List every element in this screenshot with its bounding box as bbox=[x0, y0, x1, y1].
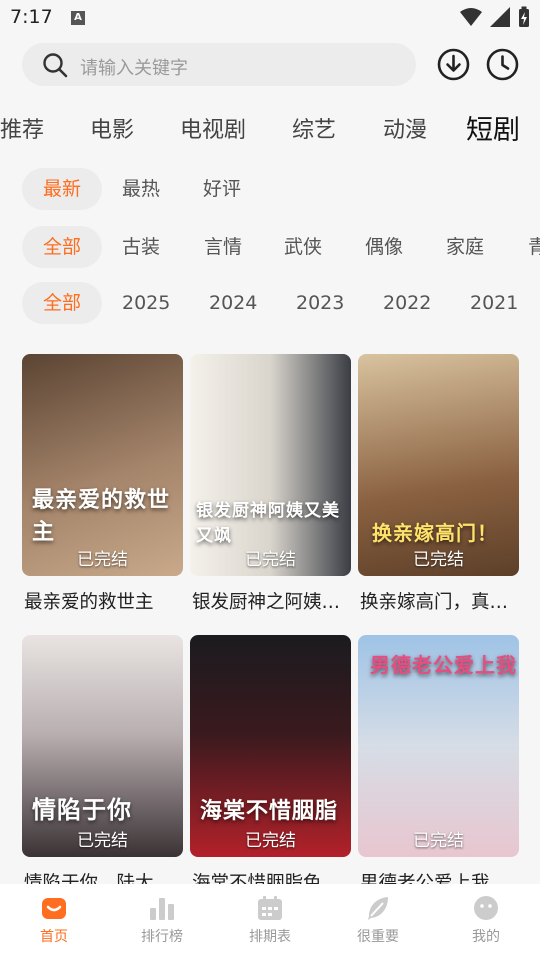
genre-filter-row: 全部 古装 言情 武侠 偶像 家庭 青 bbox=[0, 226, 540, 270]
filter-genre-idol[interactable]: 偶像 bbox=[365, 226, 403, 268]
filter-year-2024[interactable]: 2024 bbox=[209, 282, 257, 324]
status-icons bbox=[460, 6, 530, 28]
completed-badge: 已完结 bbox=[245, 550, 296, 570]
filter-sort-best-rated[interactable]: 好评 bbox=[203, 168, 241, 210]
poster-title-art: 换亲嫁高门！ bbox=[372, 521, 498, 545]
notification-icon: A bbox=[71, 11, 85, 25]
tab-recommend[interactable]: 推荐 bbox=[0, 112, 44, 144]
drama-card[interactable]: 换亲嫁高门！ 已完结 换亲嫁高门，真… bbox=[358, 354, 519, 614]
poster-image: 银发厨神阿姨又美又飒 已完结 bbox=[190, 354, 351, 576]
status-bar: 7:17 A bbox=[0, 0, 540, 36]
filter-year-2025[interactable]: 2025 bbox=[122, 282, 170, 324]
wifi-icon bbox=[460, 8, 482, 26]
filter-genre-wuxia[interactable]: 武侠 bbox=[284, 226, 322, 268]
filter-genre-family[interactable]: 家庭 bbox=[446, 226, 484, 268]
nav-profile-label: 我的 bbox=[472, 929, 500, 945]
filter-sort-hottest[interactable]: 最热 bbox=[122, 168, 160, 210]
home-icon bbox=[42, 898, 66, 919]
card-title: 换亲嫁高门，真… bbox=[360, 592, 509, 613]
poster-image: 海棠不惜胭脂 已完结 bbox=[190, 635, 351, 857]
nav-schedule-label: 排期表 bbox=[249, 929, 291, 945]
tab-tv-series[interactable]: 电视剧 bbox=[180, 112, 246, 144]
poster-title-art: 男德老公爱上我 bbox=[370, 653, 517, 677]
drama-card[interactable]: 最亲爱的救世主 已完结 最亲爱的救世主 bbox=[22, 354, 183, 614]
filter-genre-all[interactable]: 全部 bbox=[22, 226, 102, 268]
sort-filter-row: 最新 最热 好评 bbox=[0, 168, 540, 212]
tab-anime[interactable]: 动漫 bbox=[383, 112, 427, 144]
drama-card[interactable]: 银发厨神阿姨又美又飒 已完结 银发厨神之阿姨… bbox=[190, 354, 351, 614]
search-icon bbox=[43, 53, 68, 78]
poster-title-art: 最亲爱的救世主 bbox=[32, 488, 171, 545]
drama-card[interactable]: 男德老公爱上我 已完结 男德老公爱上我 bbox=[358, 635, 519, 894]
filter-sort-latest[interactable]: 最新 bbox=[22, 168, 102, 210]
completed-badge: 已完结 bbox=[77, 831, 128, 851]
card-title: 银发厨神之阿姨… bbox=[192, 592, 341, 613]
nav-ranking-label: 排行榜 bbox=[141, 929, 183, 945]
nav-ranking[interactable]: 排行榜 bbox=[122, 894, 202, 946]
card-title: 最亲爱的救世主 bbox=[24, 592, 154, 613]
status-time: 7:17 bbox=[10, 6, 53, 28]
bottom-nav: 首页 排行榜 排期表 很重要 我的 bbox=[0, 884, 540, 960]
poster-title-art: 海棠不惜胭脂 bbox=[200, 799, 339, 824]
history-icon[interactable] bbox=[486, 48, 519, 81]
filter-year-all[interactable]: 全部 bbox=[22, 282, 102, 324]
filter-year-2023[interactable]: 2023 bbox=[296, 282, 344, 324]
nav-profile[interactable]: 我的 bbox=[446, 894, 526, 946]
filter-genre-youth[interactable]: 青 bbox=[528, 226, 540, 268]
search-row: 请输入关键字 bbox=[22, 43, 522, 87]
completed-badge: 已完结 bbox=[413, 550, 464, 570]
search-placeholder: 请输入关键字 bbox=[80, 58, 188, 79]
poster-image: 换亲嫁高门！ 已完结 bbox=[358, 354, 519, 576]
signal-icon bbox=[490, 7, 510, 27]
battery-icon bbox=[519, 6, 529, 27]
category-tabs: 推荐 电影 电视剧 综艺 动漫 短剧 bbox=[0, 105, 540, 149]
filter-year-2021[interactable]: 2021 bbox=[470, 282, 518, 324]
download-icon[interactable] bbox=[437, 48, 470, 81]
filter-year-2022[interactable]: 2022 bbox=[383, 282, 431, 324]
tab-short-drama[interactable]: 短剧 bbox=[466, 108, 520, 147]
drama-card[interactable]: 情陷于你 已完结 情陷于你，陆大… bbox=[22, 635, 183, 894]
smiley-icon bbox=[474, 896, 498, 920]
drama-card[interactable]: 海棠不惜胭脂 已完结 海棠不惜胭脂色 bbox=[190, 635, 351, 894]
filter-genre-costume[interactable]: 古装 bbox=[122, 226, 160, 268]
nav-important-label: 很重要 bbox=[357, 929, 399, 945]
calendar-icon bbox=[258, 896, 282, 920]
completed-badge: 已完结 bbox=[245, 831, 296, 851]
bar-chart-icon bbox=[150, 898, 174, 920]
poster-image: 情陷于你 已完结 bbox=[22, 635, 183, 857]
poster-title-art: 银发厨神阿姨又美又飒 bbox=[196, 501, 340, 546]
completed-badge: 已完结 bbox=[413, 831, 464, 851]
tab-variety[interactable]: 综艺 bbox=[292, 112, 336, 144]
filter-genre-romance[interactable]: 言情 bbox=[204, 226, 242, 268]
completed-badge: 已完结 bbox=[77, 550, 128, 570]
nav-schedule[interactable]: 排期表 bbox=[230, 894, 310, 946]
nav-important[interactable]: 很重要 bbox=[338, 894, 418, 946]
poster-image: 最亲爱的救世主 已完结 bbox=[22, 354, 183, 576]
feather-icon bbox=[368, 897, 388, 920]
search-input[interactable]: 请输入关键字 bbox=[22, 43, 416, 86]
nav-home-label: 首页 bbox=[40, 929, 68, 945]
year-filter-row: 全部 2025 2024 2023 2022 2021 bbox=[0, 282, 540, 326]
poster-image: 男德老公爱上我 已完结 bbox=[358, 635, 519, 857]
tab-movies[interactable]: 电影 bbox=[90, 112, 134, 144]
nav-home[interactable]: 首页 bbox=[14, 894, 94, 946]
poster-title-art: 情陷于你 bbox=[32, 796, 132, 824]
